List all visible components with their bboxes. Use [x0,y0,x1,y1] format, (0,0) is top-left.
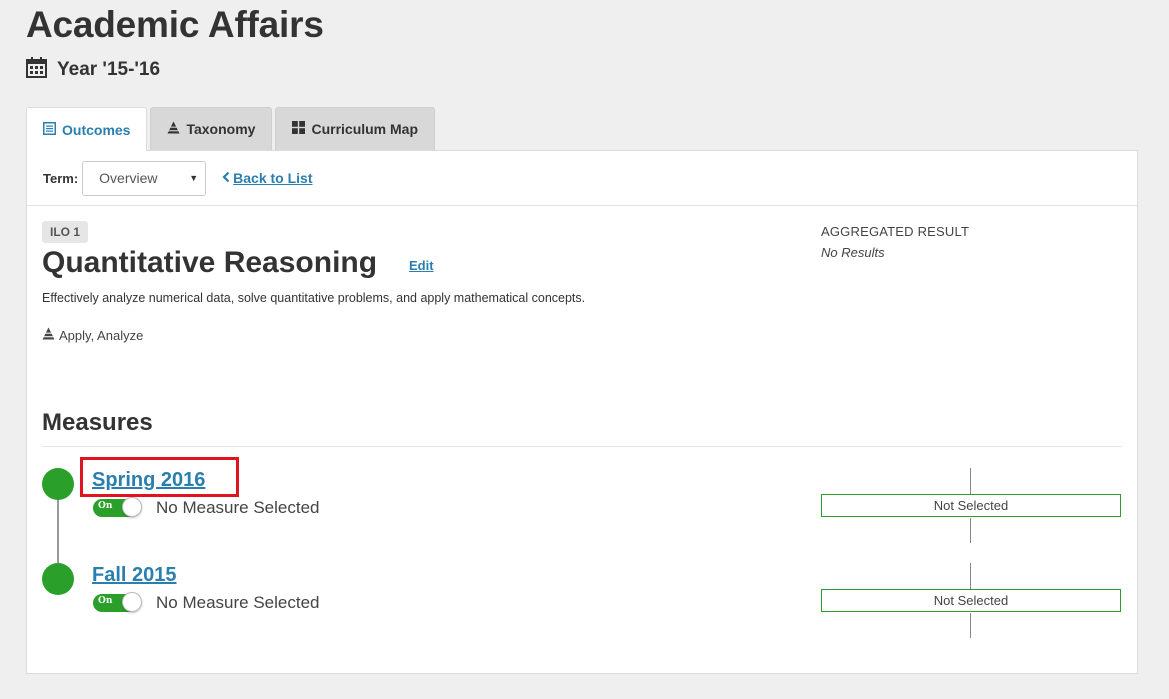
tab-label: Curriculum Map [311,121,419,137]
measure-toggle[interactable]: On [93,497,142,517]
result-box: Not Selected [821,494,1121,517]
divider [42,446,1122,447]
term-toolbar: Term: Overview ▼ Back to List [27,151,1137,206]
aggregated-result-value: No Results [821,245,885,260]
measure-status: No Measure Selected [156,593,320,612]
status-dot [42,563,74,595]
tab-taxonomy[interactable]: Taxonomy [150,107,273,150]
year-row: Year '15-'16 [26,57,161,83]
pyramid-icon [42,327,55,343]
outcome-panel: Term: Overview ▼ Back to List ILO 1 Quan… [26,150,1138,674]
term-select-value: Overview [99,170,158,186]
result-connector [970,518,971,543]
edit-link[interactable]: Edit [409,258,434,273]
tab-label: Outcomes [62,121,131,138]
tab-outcomes[interactable]: Outcomes [26,107,148,151]
result-connector [970,563,971,589]
caret-down-icon: ▼ [189,173,199,183]
chevron-left-icon [222,170,230,187]
year-label: Year '15-'16 [57,59,161,80]
toggle-knob [122,592,142,612]
tab-bar: Outcomes Taxonomy Curriculum Map [26,107,436,151]
measure-term-link[interactable]: Spring 2016 [92,469,205,492]
back-to-list-label: Back to List [233,170,313,186]
result-connector [970,613,971,638]
tab-label: Taxonomy [186,121,256,137]
calendar-icon [26,57,47,83]
taxonomy-levels: Apply, Analyze [42,327,143,343]
outcome-description: Effectively analyze numerical data, solv… [42,291,586,305]
measure-toggle[interactable]: On [93,592,142,612]
result-box: Not Selected [821,589,1121,612]
term-label: Term: [43,170,79,186]
measure-term-link[interactable]: Fall 2015 [92,564,177,587]
outcome-title: Quantitative Reasoning [42,246,378,279]
toggle-knob [122,497,142,517]
list-icon [43,121,56,138]
grid-icon [292,121,306,137]
result-connector [970,468,971,494]
toggle-label: On [98,501,113,511]
tab-curriculum-map[interactable]: Curriculum Map [275,107,436,150]
term-select[interactable]: Overview ▼ [82,160,207,196]
pyramid-icon [167,121,181,137]
back-to-list-link[interactable]: Back to List [222,170,313,187]
measure-status: No Measure Selected [156,498,320,517]
taxonomy-text: Apply, Analyze [59,327,144,343]
status-dot [42,468,74,500]
aggregated-result-label: AGGREGATED RESULT [821,224,970,239]
ilo-badge: ILO 1 [42,221,89,243]
toggle-label: On [98,596,113,606]
measures-heading: Measures [42,409,153,436]
page-title: Academic Affairs [26,4,324,45]
